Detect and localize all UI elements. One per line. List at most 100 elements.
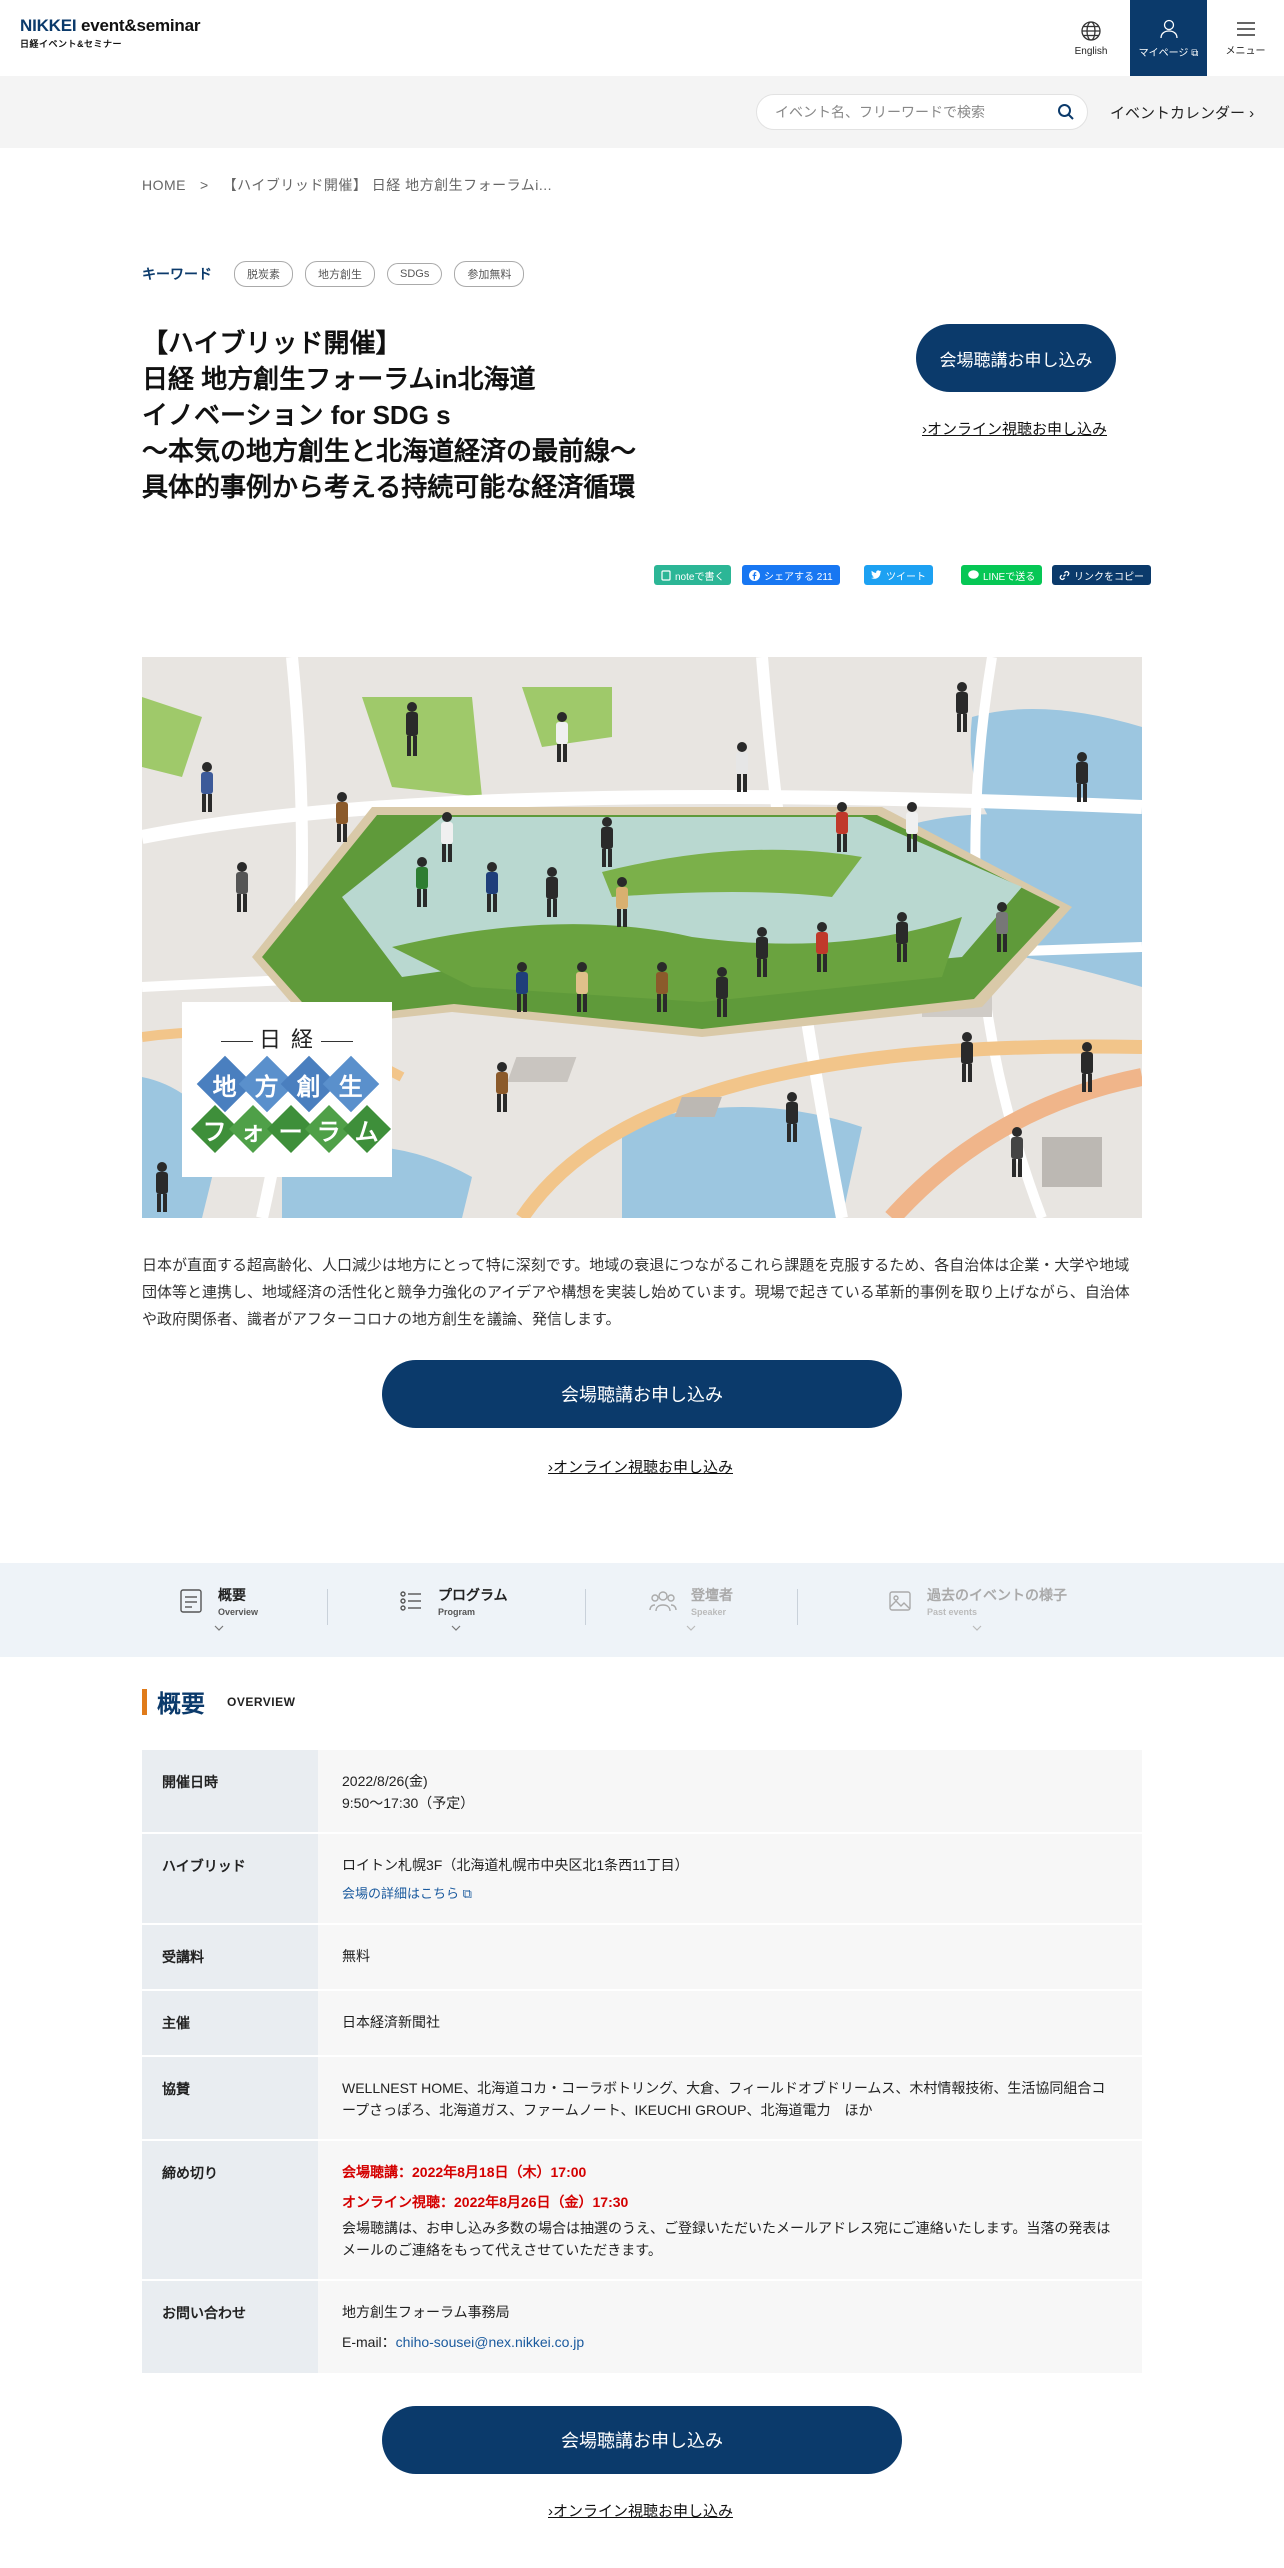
row-value: 会場聴講：2022年8月18日（木）17:00 オンライン視聴：2022年8月2…	[318, 2140, 1142, 2281]
table-row: 受講料 無料	[142, 1924, 1142, 1991]
mypage-button[interactable]: マイページ ⧉	[1130, 0, 1207, 76]
overview-subtitle: OVERVIEW	[227, 1694, 296, 1709]
row-value: ロイトン札幌3F（北海道札幌市中央区北1条西11丁目） 会場の詳細はこちら ⧉	[318, 1833, 1142, 1925]
share-line-button[interactable]: LINEで送る	[961, 565, 1043, 585]
overview-heading: 概要 OVERVIEW	[142, 1684, 295, 1719]
venue-details-link[interactable]: 会場の詳細はこちら ⧉	[342, 1886, 472, 1901]
forum-logo-line1: 地 方 創 生	[196, 1055, 380, 1113]
tab-overview[interactable]: 概要 Overview	[178, 1585, 259, 1631]
keyword-tag[interactable]: 参加無料	[454, 261, 525, 287]
chevron-down-icon	[686, 1625, 696, 1631]
twitter-icon	[871, 570, 882, 579]
facebook-icon	[749, 569, 760, 581]
user-icon	[1159, 19, 1178, 38]
row-value: WELLNEST HOME、北海道コカ・コーラボトリング、大倉、フィールドオブド…	[318, 2056, 1142, 2141]
row-label: ハイブリッド	[142, 1833, 318, 1925]
title-line: 日経 地方創生フォーラムin北海道	[142, 364, 536, 394]
row-label: 受講料	[142, 1924, 318, 1991]
share-facebook-button[interactable]: シェアする 211	[742, 565, 840, 585]
tab-past-events[interactable]: 過去のイベントの様子 Past events	[887, 1585, 1067, 1631]
table-row: お問い合わせ 地方創生フォーラム事務局 E-mail：chiho-sousei@…	[142, 2280, 1142, 2373]
line-icon	[968, 570, 979, 579]
forum-logo: 日 経 地 方 創 生 フ ォ ー ラ ム	[182, 1002, 392, 1177]
page-title: 【ハイブリッド開催】 日経 地方創生フォーラムin北海道 イノベーション for…	[142, 325, 636, 505]
tab-divider	[797, 1589, 798, 1625]
breadcrumb-separator: >	[200, 177, 209, 193]
deadline-online: オンライン視聴：2022年8月26日（金）17:30	[342, 2194, 629, 2210]
keyword-tag[interactable]: SDGs	[387, 263, 443, 285]
tab-label: プログラム	[438, 1587, 508, 1603]
list-icon	[400, 1591, 421, 1611]
breadcrumb-home[interactable]: HOME	[142, 177, 186, 193]
share-facebook-label: シェアする 211	[764, 571, 833, 583]
share-twitter-button[interactable]: ツイート	[864, 565, 933, 585]
contact-email-link[interactable]: chiho-sousei@nex.nikkei.co.jp	[396, 2334, 585, 2350]
row-value: 日本経済新聞社	[318, 1990, 1142, 2057]
online-apply-link[interactable]: ›オンライン視聴お申し込み	[922, 418, 1107, 439]
venue-apply-button[interactable]: 会場聴講お申し込み	[916, 324, 1116, 392]
tab-divider	[327, 1589, 328, 1625]
title-line: 【ハイブリッド開催】	[142, 328, 402, 358]
tab-sublabel: Speaker	[691, 1607, 727, 1617]
people-icon	[649, 1591, 677, 1612]
external-link-icon: ⧉	[462, 1886, 472, 1901]
logo-brand: NIKKEI	[20, 16, 77, 35]
hero-image: 日 経 地 方 創 生 フ ォ ー ラ ム	[142, 657, 1142, 1218]
document-icon	[180, 1589, 202, 1613]
share-note-label: noteで書く	[675, 571, 725, 583]
english-button[interactable]: English	[1052, 0, 1130, 76]
note-icon	[661, 569, 671, 581]
row-value: 無料	[318, 1924, 1142, 1991]
event-calendar-link[interactable]: イベントカレンダー ›	[1110, 102, 1254, 123]
tab-program[interactable]: プログラム Program	[398, 1585, 508, 1631]
external-link-icon: ⧉	[1191, 47, 1199, 59]
online-apply-link[interactable]: ›オンライン視聴お申し込み	[548, 1456, 733, 1477]
title-line: イノベーション for SDG s	[142, 400, 451, 430]
keyword-list: キーワード 脱炭素 地方創生 SDGs 参加無料	[142, 261, 536, 287]
heading-accent-bar	[142, 1688, 147, 1715]
copy-link-label: リンクをコピー	[1074, 571, 1144, 583]
tab-sublabel: Past events	[927, 1607, 978, 1617]
section-tab-nav: 概要 Overview プログラム Program 登壇者 Speaker 過去のイベ…	[0, 1563, 1284, 1657]
keyword-tag[interactable]: 脱炭素	[234, 261, 293, 287]
chevron-down-icon	[972, 1625, 982, 1631]
tab-sublabel: Program	[438, 1607, 476, 1617]
row-label: 開催日時	[142, 1750, 318, 1834]
site-header: NIKKEI event&seminar 日経イベント&セミナー English…	[0, 0, 1284, 76]
site-logo[interactable]: NIKKEI event&seminar 日経イベント&セミナー	[20, 16, 200, 50]
row-label: 締め切り	[142, 2140, 318, 2281]
forum-logo-line2: フ ォ ー ラ ム	[190, 1104, 392, 1154]
menu-button[interactable]: メニュー	[1207, 0, 1284, 76]
deadline-venue: 会場聴講：2022年8月18日（木）17:00	[342, 2164, 587, 2180]
online-apply-link[interactable]: ›オンライン視聴お申し込み	[548, 2500, 733, 2521]
search-input[interactable]	[773, 95, 1043, 129]
share-note-button[interactable]: noteで書く	[654, 565, 732, 585]
tab-sublabel: Overview	[218, 1607, 259, 1617]
tab-label: 過去のイベントの様子	[927, 1587, 1067, 1603]
title-line: 具体的事例から考える持続可能な経済循環	[142, 472, 636, 502]
overview-title: 概要	[157, 1691, 205, 1718]
menu-label: メニュー	[1225, 45, 1266, 57]
link-icon	[1059, 570, 1070, 580]
logo-sub: 日経イベント&セミナー	[20, 39, 123, 49]
copy-link-button[interactable]: リンクをコピー	[1052, 565, 1151, 585]
search-bar: イベントカレンダー ›	[0, 76, 1284, 148]
keyword-tag[interactable]: 地方創生	[305, 261, 375, 287]
venue-apply-button[interactable]: 会場聴講お申し込み	[382, 2406, 902, 2474]
share-line-label: LINEで送る	[983, 571, 1036, 583]
hamburger-icon	[1236, 21, 1255, 36]
tab-speaker[interactable]: 登壇者 Speaker	[649, 1585, 733, 1631]
search-box	[756, 94, 1088, 130]
chevron-down-icon	[214, 1625, 224, 1631]
row-value: 2022/8/26(金) 9:50～17:30（予定）	[318, 1750, 1142, 1834]
venue-apply-button[interactable]: 会場聴講お申し込み	[382, 1360, 902, 1428]
keyword-label: キーワード	[142, 266, 212, 282]
tab-divider	[585, 1589, 586, 1625]
table-row: 締め切り 会場聴講：2022年8月18日（木）17:00 オンライン視聴：202…	[142, 2140, 1142, 2281]
english-label: English	[1074, 45, 1108, 57]
share-twitter-label: ツイート	[886, 571, 926, 583]
search-icon[interactable]	[1057, 103, 1075, 121]
overview-table: 開催日時 2022/8/26(金) 9:50～17:30（予定） ハイブリッド ロ…	[142, 1750, 1142, 2373]
deadline-note: 会場聴講は、お申し込み多数の場合は抽選のうえ、ご登録いただいたメールアドレス宛に…	[342, 2220, 1111, 2258]
row-value: 地方創生フォーラム事務局 E-mail：chiho-sousei@nex.nik…	[318, 2280, 1142, 2373]
